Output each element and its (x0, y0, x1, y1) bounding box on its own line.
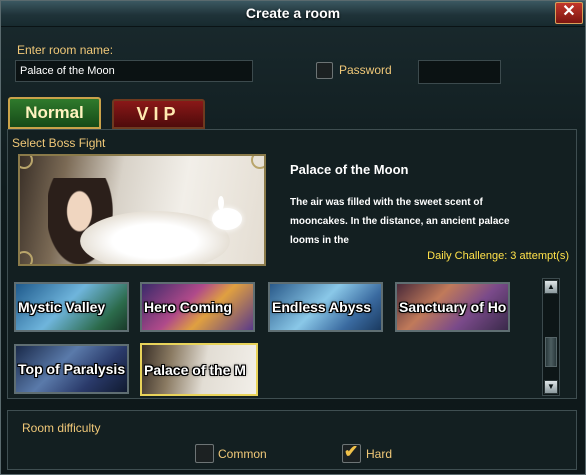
thumb-label: Top of Paralysis (18, 361, 126, 377)
boss-thumb-hero-coming[interactable]: Hero Coming (140, 282, 255, 332)
boss-thumb-endless-abyss[interactable]: Endless Abyss (268, 282, 383, 332)
robe-shape (80, 211, 230, 264)
tab-vip[interactable]: VIP (112, 99, 205, 129)
close-icon: ✕ (562, 3, 576, 20)
scroll-up-arrow-icon[interactable]: ▲ (544, 280, 558, 294)
password-checkbox[interactable] (316, 62, 333, 79)
common-checkbox[interactable] (195, 444, 214, 463)
hard-checkbox[interactable]: ✔ (342, 442, 361, 463)
corner-ornament (251, 156, 264, 169)
scroll-thumb[interactable] (545, 337, 557, 367)
rabbit-icon (212, 196, 242, 230)
boss-title: Palace of the Moon (290, 162, 409, 177)
close-button[interactable]: ✕ (555, 2, 583, 24)
password-input[interactable] (418, 60, 501, 84)
dialog-title: Create a room (245, 5, 341, 21)
scroll-down-arrow-icon[interactable]: ▼ (544, 380, 558, 394)
boss-thumb-sanctuary[interactable]: Sanctuary of Ho (395, 282, 510, 332)
room-name-input[interactable] (15, 60, 253, 82)
select-boss-label: Select Boss Fight (12, 136, 106, 150)
checkmark-icon: ✔ (344, 442, 359, 461)
corner-ornament (20, 251, 33, 264)
hard-label: Hard (366, 447, 393, 461)
thumb-label: Endless Abyss (272, 299, 372, 315)
thumb-label: Palace of the M (144, 362, 246, 378)
boss-preview-image (18, 154, 266, 266)
boss-list-scrollbar[interactable]: ▲ ▼ (542, 278, 560, 396)
daily-challenge-text: Daily Challenge: 3 attempt(s) (427, 250, 569, 262)
thumb-label: Mystic Valley (18, 299, 106, 315)
room-difficulty-label: Room difficulty (22, 421, 101, 435)
boss-description: The air was filled with the sweet scent … (290, 197, 510, 246)
tab-normal[interactable]: Normal (8, 97, 101, 129)
title-bar: Create a room ✕ (1, 1, 585, 27)
boss-thumb-palace-of-the-moon[interactable]: Palace of the M (140, 343, 258, 396)
room-name-label: Enter room name: (17, 43, 114, 57)
thumb-label: Hero Coming (144, 299, 232, 315)
common-label: Common (218, 447, 267, 461)
thumb-label: Sanctuary of Ho (399, 299, 507, 315)
boss-thumb-mystic-valley[interactable]: Mystic Valley (14, 282, 129, 332)
boss-thumb-top-of-paralysis[interactable]: Top of Paralysis (14, 344, 129, 394)
password-label: Password (339, 63, 392, 77)
difficulty-panel (7, 410, 577, 470)
corner-ornament (20, 156, 33, 169)
